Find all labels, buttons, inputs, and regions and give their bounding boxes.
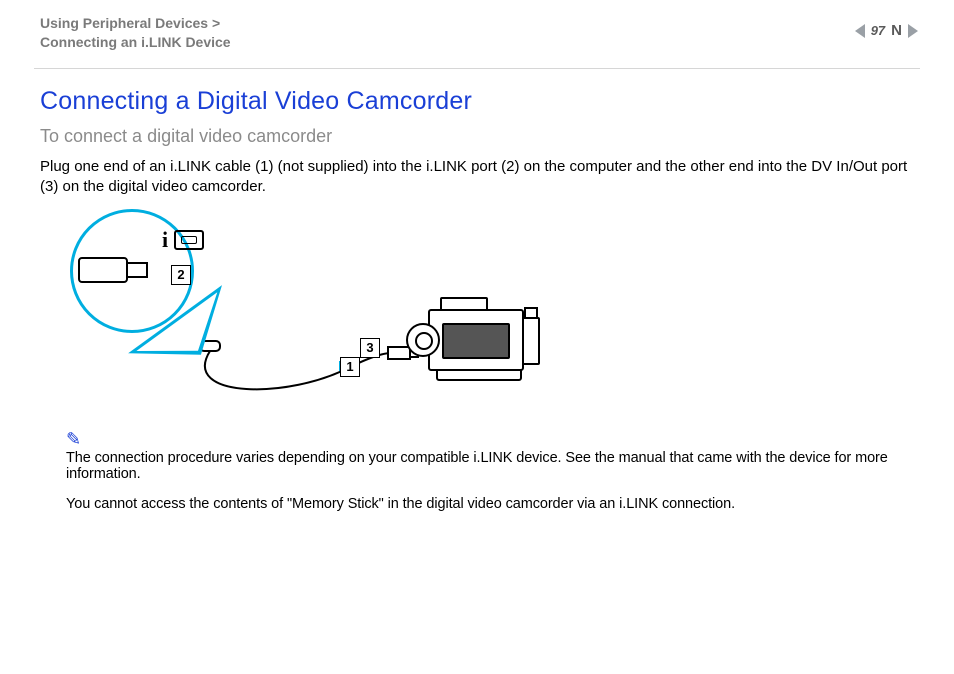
diagram-label-3: 3 xyxy=(360,338,380,358)
instruction-paragraph: Plug one end of an i.LINK cable (1) (not… xyxy=(40,157,914,198)
page-title: Connecting a Digital Video Camcorder xyxy=(40,87,914,116)
next-page-icon[interactable] xyxy=(908,24,918,38)
breadcrumb-line-1: Using Peripheral Devices > xyxy=(40,15,220,31)
notes-section: ✎ The connection procedure varies depend… xyxy=(0,429,954,512)
note-icon: ✎ xyxy=(66,429,81,450)
ilink-plug-icon xyxy=(78,257,148,283)
page-letter-n: N xyxy=(891,22,902,39)
breadcrumb-line-2: Connecting an i.LINK Device xyxy=(40,34,231,50)
prev-page-icon[interactable] xyxy=(855,24,865,38)
connection-diagram: i 2 3 1 xyxy=(60,207,580,417)
ilink-port-icon: i xyxy=(162,229,204,251)
diagram-label-1: 1 xyxy=(340,357,360,377)
camcorder-icon xyxy=(400,295,540,383)
diagram-label-2: 2 xyxy=(171,265,191,285)
ilink-symbol-icon: i xyxy=(162,229,168,251)
ilink-socket-icon xyxy=(174,230,204,250)
page-subtitle: To connect a digital video camcorder xyxy=(40,126,914,147)
breadcrumb: Using Peripheral Devices > Connecting an… xyxy=(40,14,914,52)
page-header: Using Peripheral Devices > Connecting an… xyxy=(0,0,954,62)
page-content: Connecting a Digital Video Camcorder To … xyxy=(0,69,954,418)
page-number: 97 xyxy=(871,23,885,38)
note-line-2: You cannot access the contents of "Memor… xyxy=(66,496,914,512)
page-navigator: 97 N xyxy=(855,22,918,39)
note-line-1: The connection procedure varies dependin… xyxy=(66,450,914,482)
